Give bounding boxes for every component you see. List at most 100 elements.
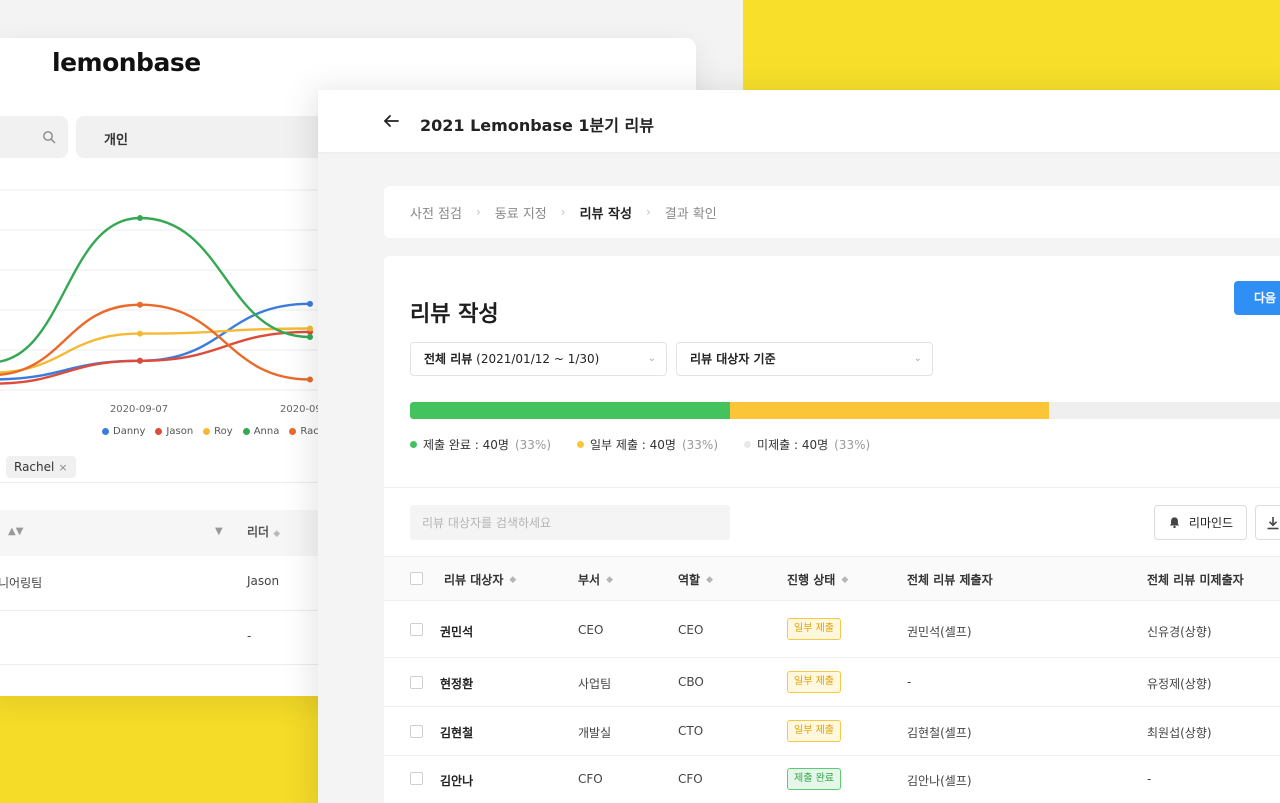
row-checkbox[interactable] [410,725,423,738]
submitter-cell: 김현철(셀프) [907,726,972,740]
column-header-dept[interactable]: 부서 ◆ [578,571,613,588]
legend-not-submitted: 미제출 : 40명 (33%) [744,436,870,453]
back-row2-leader: - [247,629,252,643]
sort-icon: ◆ [841,574,849,585]
dept-cell: 개발실 [578,726,612,740]
role-cell: CFO [678,772,703,786]
legend-label: Jason [166,426,194,437]
step-write-review[interactable]: 리뷰 작성 [580,203,632,222]
legend-partial: 일부 제출 : 40명 (33%) [577,436,718,453]
non-submitter-cell: 신유경(상향) [1147,625,1212,639]
data-point-roy [307,325,313,332]
column-header-leader[interactable]: 리더 ◆ [247,523,280,540]
download-button[interactable] [1255,505,1280,540]
filter-label: 개인 [104,133,128,148]
x-tick-label: 2020-09-07 [110,404,168,415]
search-box[interactable] [0,116,68,158]
legend-item[interactable]: Anna [242,426,280,437]
chevron-right-icon: › [475,205,481,219]
legend-item[interactable]: Jason [155,426,193,437]
chevron-right-icon: › [645,205,651,219]
submitter-cell: - [907,675,912,689]
legend-label: Anna [253,426,280,437]
status-dot [410,441,417,448]
sort-icon[interactable]: ▲▼ [8,526,23,537]
table-row[interactable]: 김현철 개발실 CTO 일부 제출 김현철(셀프) 최원섭(상향) [384,707,1280,756]
row-checkbox[interactable] [410,676,423,689]
lemonbase-logo[interactable]: lemonbase [52,48,201,77]
role-cell: CTO [678,724,704,738]
dept-cell: CFO [578,772,603,786]
data-point-anna [137,215,143,221]
review-content-card: 리뷰 작성 다음 전체 리뷰 (2021/01/12 ~ 1/30) ⌄ 리뷰 … [384,256,1280,803]
legend-item[interactable]: Danny [102,426,145,437]
column-header-submitters: 전체 리뷰 제출자 [907,573,993,587]
basis-select-label: 리뷰 대상자 기준 [690,352,776,366]
target-name: 현정환 [440,677,474,691]
series-line-anna [0,216,311,363]
role-cell: CBO [678,675,704,689]
submitter-cell: 권민석(셀프) [907,625,972,639]
table-row[interactable]: 김안나 CFO CFO 제출 완료 김안나(셀프) - [384,756,1280,803]
role-cell: CEO [678,623,704,637]
data-point-rachel [307,376,313,383]
legend-dot [289,428,297,435]
background-yellow-top [743,0,1280,90]
data-point-rachel [137,301,143,308]
period-select[interactable]: 전체 리뷰 (2021/01/12 ~ 1/30) ⌄ [410,342,667,376]
submission-progress-bar [410,402,1280,419]
legend-label: Danny [113,426,146,437]
x-tick-label: 2020-09 [280,404,320,415]
remind-button[interactable]: 리마인드 [1154,505,1247,540]
divider [384,487,1280,488]
target-name: 권민석 [440,625,474,639]
step-precheck[interactable]: 사전 점검 [410,203,462,222]
progress-segment-partial [729,402,1049,419]
search-icon[interactable] [42,130,56,144]
period-select-range: (2021/01/12 ~ 1/30) [472,352,600,366]
legend-dot [155,428,163,435]
legend-item[interactable]: Rac [289,426,319,437]
select-all-checkbox[interactable] [410,572,423,585]
sort-icon: ◆ [706,574,714,585]
chip-close-icon[interactable]: × [58,461,67,474]
data-point-roy [137,330,143,337]
chart-legend: Danny Jason Roy Anna Rac [102,426,319,437]
legend-dot [203,428,211,435]
target-search-input[interactable] [410,505,730,540]
section-title: 리뷰 작성 [410,302,499,327]
table-row[interactable]: 현정환 사업팀 CBO 일부 제출 - 유정제(상향) [384,658,1280,707]
legend-item[interactable]: Roy [203,426,233,437]
dept-cell: CEO [578,623,604,637]
status-badge: 제출 완료 [787,768,841,790]
status-dot [577,441,585,448]
step-results[interactable]: 결과 확인 [665,203,717,222]
sort-icon: ◆ [509,574,517,585]
series-line-jason [0,330,311,385]
non-submitter-cell: - [1147,772,1152,786]
back-row1-leader: Jason [247,574,280,588]
row-checkbox[interactable] [410,623,423,636]
data-point-jason [137,357,143,364]
row-checkbox[interactable] [410,772,423,785]
column-header-role[interactable]: 역할 ◆ [678,571,713,588]
filter-funnel-icon[interactable]: ▼ [215,526,223,537]
series-line-rachel [0,303,311,381]
submitter-cell: 김안나(셀프) [907,774,972,788]
column-header-non-submitters: 전체 리뷰 미제출자 [1147,573,1244,587]
line-chart: 2020-09-07 2020-09 [0,189,320,415]
step-assign-peers[interactable]: 동료 지정 [495,203,547,222]
chevron-down-icon: ⌄ [647,353,656,364]
table-header: 리뷰 대상자 ◆ 부서 ◆ 역할 ◆ 진행 상태 ◆ 전체 리뷰 제출자 전체 리뷰 미… [384,556,1280,601]
table-row[interactable]: 권민석 CEO CEO 일부 제출 권민석(셀프) 신유경(상향) [384,601,1280,658]
data-point-anna [307,334,313,340]
series-line-danny [0,302,311,381]
chevron-right-icon: › [560,205,566,219]
chip-rachel[interactable]: Rachel × [6,456,76,478]
status-badge: 일부 제출 [787,618,841,640]
column-header-target[interactable]: 리뷰 대상자 ◆ [444,571,516,588]
next-button[interactable]: 다음 [1234,281,1280,315]
basis-select[interactable]: 리뷰 대상자 기준 ⌄ [676,342,933,376]
back-arrow-icon[interactable] [382,112,400,130]
column-header-status[interactable]: 진행 상태 ◆ [787,571,848,588]
